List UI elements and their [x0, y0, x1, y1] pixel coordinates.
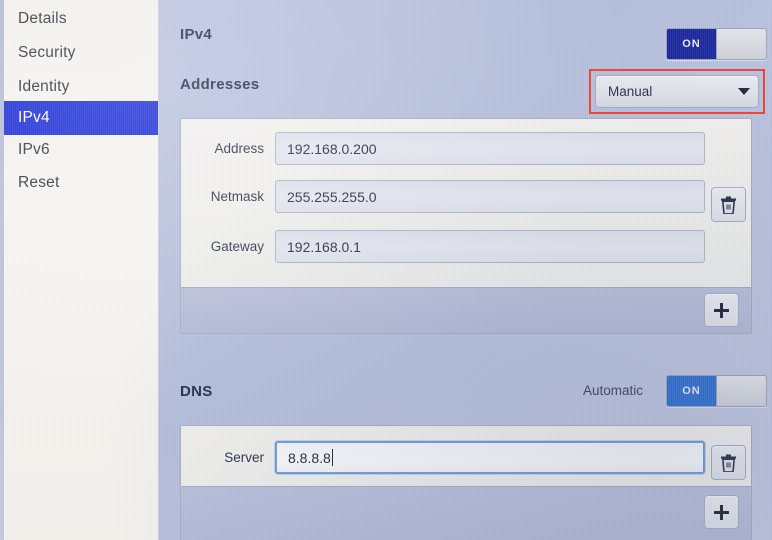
- addresses-rows: Address 192.168.0.200 Netmask 255.255.25…: [181, 119, 751, 289]
- ipv4-section-title: IPv4: [180, 26, 213, 43]
- sidebar-item-label: Reset: [18, 174, 60, 191]
- addresses-mode-highlight: Manual: [589, 69, 765, 114]
- addresses-mode-value: Manual: [608, 84, 653, 99]
- delete-address-button[interactable]: [711, 187, 746, 222]
- ipv4-toggle-on-label: ON: [667, 29, 716, 59]
- add-dns-server-button[interactable]: [704, 495, 739, 529]
- addresses-section-title: Addresses: [180, 76, 260, 93]
- sidebar-item-label: Identity: [18, 78, 70, 95]
- gateway-row-label: Gateway: [210, 239, 264, 254]
- dns-server-row: Server 8.8.8.8: [181, 438, 705, 477]
- ipv4-toggle-knob: [716, 29, 766, 59]
- sidebar-item-identity[interactable]: Identity: [4, 70, 158, 104]
- sidebar-item-details[interactable]: Details: [4, 2, 158, 36]
- addresses-footer: [181, 287, 751, 333]
- netmask-row-label: Netmask: [210, 189, 264, 204]
- gateway-input[interactable]: 192.168.0.1: [275, 230, 705, 263]
- chevron-down-icon: [738, 88, 750, 95]
- addresses-list-card: Address 192.168.0.200 Netmask 255.255.25…: [180, 118, 752, 334]
- network-settings-window: Details Security Identity IPv4 IPv6 Rese…: [0, 0, 772, 540]
- window-left-edge: [0, 0, 4, 540]
- settings-sidebar: Details Security Identity IPv4 IPv6 Rese…: [4, 0, 159, 540]
- plus-icon: [714, 302, 729, 318]
- dns-toggle-on-label: ON: [667, 376, 716, 406]
- trash-icon: [721, 454, 736, 472]
- ipv4-toggle[interactable]: ON: [666, 28, 767, 60]
- sidebar-item-label: Security: [18, 44, 76, 61]
- netmask-input[interactable]: 255.255.255.0: [275, 180, 705, 213]
- dns-list-card: Server 8.8.8.8: [180, 425, 752, 540]
- address-input-value: 192.168.0.200: [287, 140, 377, 157]
- gateway-row: Gateway 192.168.0.1: [181, 227, 705, 266]
- dns-section-title: DNS: [180, 383, 213, 400]
- trash-icon: [721, 196, 736, 214]
- address-row: Address 192.168.0.200: [181, 129, 705, 168]
- dns-toggle-knob: [716, 376, 766, 406]
- text-cursor: [331, 449, 333, 466]
- dns-automatic-label: Automatic: [583, 383, 644, 398]
- dns-rows: Server 8.8.8.8: [181, 426, 751, 488]
- sidebar-item-label: IPv6: [18, 141, 50, 158]
- sidebar-item-security[interactable]: Security: [4, 36, 158, 70]
- address-input[interactable]: 192.168.0.200: [275, 132, 705, 165]
- dns-server-input-value: 8.8.8.8: [288, 449, 331, 466]
- addresses-mode-dropdown[interactable]: Manual: [595, 75, 759, 108]
- sidebar-item-ipv6[interactable]: IPv6: [4, 133, 158, 167]
- sidebar-item-ipv4[interactable]: IPv4: [4, 101, 158, 135]
- sidebar-item-reset[interactable]: Reset: [4, 166, 158, 200]
- netmask-row: Netmask 255.255.255.0: [181, 177, 705, 216]
- netmask-input-value: 255.255.255.0: [287, 188, 377, 205]
- dns-server-input[interactable]: 8.8.8.8: [275, 441, 705, 474]
- sidebar-item-label: Details: [18, 10, 67, 27]
- sidebar-item-label: IPv4: [18, 109, 50, 126]
- ipv4-settings-pane: IPv4 ON Addresses Manual Address 192.168…: [159, 0, 772, 540]
- plus-icon: [714, 504, 729, 520]
- delete-dns-server-button[interactable]: [711, 445, 746, 480]
- dns-automatic-toggle[interactable]: ON: [666, 375, 767, 407]
- dns-footer: [181, 486, 751, 540]
- address-row-label: Address: [214, 141, 264, 156]
- gateway-input-value: 192.168.0.1: [287, 238, 361, 255]
- dns-server-row-label: Server: [224, 450, 264, 465]
- add-address-button[interactable]: [704, 293, 739, 327]
